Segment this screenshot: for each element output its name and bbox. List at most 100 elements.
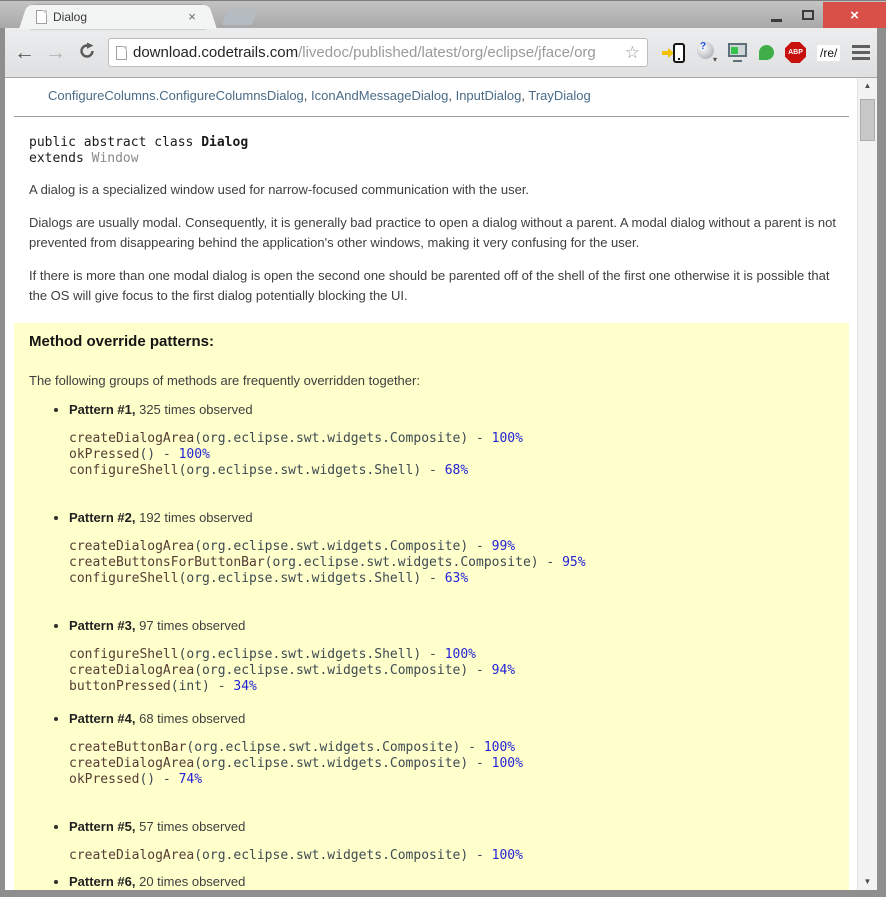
new-tab-button[interactable] bbox=[221, 9, 259, 25]
menu-hamburger-icon[interactable] bbox=[852, 45, 871, 60]
method-name: createDialogArea bbox=[69, 539, 195, 554]
vertical-scrollbar[interactable]: ▲ ▼ bbox=[857, 78, 877, 890]
method-line: configureShell(org.eclipse.swt.widgets.S… bbox=[69, 647, 834, 663]
method-percent-link[interactable]: 100% bbox=[179, 447, 210, 462]
monitor-stand-icon bbox=[733, 59, 742, 62]
window-controls: × bbox=[761, 2, 886, 28]
decl-modifiers: public abstract class bbox=[29, 135, 202, 150]
class-declaration: public abstract class Dialog extends Wind… bbox=[29, 135, 849, 167]
tab-close-icon[interactable]: × bbox=[184, 9, 200, 25]
method-args: () - bbox=[139, 447, 179, 462]
method-name: createButtonsForButtonBar bbox=[69, 555, 265, 570]
phone-icon bbox=[673, 42, 685, 63]
minimize-icon bbox=[771, 18, 782, 22]
method-line: okPressed() - 100% bbox=[69, 447, 834, 463]
pattern-observed: 97 times observed bbox=[135, 618, 246, 633]
method-percent-link[interactable]: 100% bbox=[492, 431, 523, 446]
method-name: buttonPressed bbox=[69, 679, 171, 694]
method-percent-link[interactable]: 99% bbox=[492, 539, 515, 554]
scrollbar-thumb[interactable] bbox=[860, 99, 875, 141]
paragraph: A dialog is a specialized window used fo… bbox=[29, 182, 530, 197]
pattern-label: Pattern #5, bbox=[69, 819, 136, 834]
dropdown-caret-icon: ▾ bbox=[712, 54, 717, 64]
forward-button[interactable]: → bbox=[42, 39, 69, 66]
pattern-methods: createDialogArea(org.eclipse.swt.widgets… bbox=[69, 431, 834, 479]
monitor-icon bbox=[728, 42, 747, 57]
send-to-phone-icon[interactable] bbox=[662, 42, 686, 64]
address-bar[interactable]: download.codetrails.com/livedoc/publishe… bbox=[108, 38, 648, 67]
pattern-observed: 68 times observed bbox=[135, 711, 246, 726]
bookmark-star-icon[interactable]: ☆ bbox=[625, 44, 640, 61]
method-percent-link[interactable]: 34% bbox=[233, 679, 256, 694]
pattern-item: Pattern #1, 325 times observed createDia… bbox=[69, 402, 834, 479]
method-name: configureShell bbox=[69, 571, 179, 586]
back-button[interactable]: ← bbox=[11, 39, 38, 66]
reload-icon bbox=[79, 42, 94, 58]
method-args: (org.eclipse.swt.widgets.Composite) - bbox=[194, 848, 492, 863]
titlebar: Dialog × × bbox=[0, 0, 886, 29]
pattern-label: Pattern #2, bbox=[69, 510, 136, 525]
method-args: (org.eclipse.swt.widgets.Composite) - bbox=[264, 555, 563, 570]
method-name: createButtonBar bbox=[69, 740, 187, 755]
close-button[interactable]: × bbox=[823, 2, 886, 28]
minimize-button[interactable] bbox=[761, 2, 792, 28]
scroll-down-arrow-icon[interactable]: ▼ bbox=[858, 874, 877, 890]
subclass-link[interactable]: TrayDialog bbox=[528, 88, 590, 103]
class-name: Dialog bbox=[201, 135, 249, 150]
pattern-item: Pattern #3, 97 times observed configureS… bbox=[69, 618, 834, 695]
method-percent-link[interactable]: 100% bbox=[492, 848, 523, 863]
method-name: okPressed bbox=[69, 447, 140, 462]
method-line: createButtonsForButtonBar(org.eclipse.sw… bbox=[69, 555, 834, 571]
method-percent-link[interactable]: 100% bbox=[492, 756, 523, 771]
question-mark-icon: ? bbox=[700, 40, 707, 52]
remote-desktop-extension-icon[interactable] bbox=[728, 42, 748, 63]
url-text[interactable]: download.codetrails.com/livedoc/publishe… bbox=[133, 44, 596, 61]
reload-button[interactable] bbox=[73, 38, 100, 67]
superclass-link[interactable]: Window bbox=[92, 151, 139, 166]
method-percent-link[interactable]: 100% bbox=[445, 647, 476, 662]
method-percent-link[interactable]: 94% bbox=[492, 663, 515, 678]
method-line: createDialogArea(org.eclipse.swt.widgets… bbox=[69, 848, 834, 864]
browser-window: Dialog × × ← → download.codetrails.com/l… bbox=[0, 0, 886, 897]
adblock-plus-icon[interactable]: ABP bbox=[785, 42, 806, 63]
regex-extension-icon[interactable]: /re/ bbox=[817, 44, 841, 61]
tab-dialog[interactable]: Dialog × bbox=[30, 5, 206, 29]
method-name: createDialogArea bbox=[69, 431, 195, 446]
pattern-methods: configureShell(org.eclipse.swt.widgets.S… bbox=[69, 647, 834, 695]
site-page-icon bbox=[116, 45, 127, 60]
method-percent-link[interactable]: 74% bbox=[179, 772, 202, 787]
method-args: () - bbox=[139, 772, 179, 787]
pattern-observed: 20 times observed bbox=[135, 874, 246, 889]
pattern-label: Pattern #6, bbox=[69, 874, 136, 889]
method-args: (org.eclipse.swt.widgets.Composite) - bbox=[194, 431, 492, 446]
method-name: createDialogArea bbox=[69, 848, 195, 863]
method-args: (org.eclipse.swt.widgets.Shell) - bbox=[178, 647, 445, 662]
method-args: (org.eclipse.swt.widgets.Composite) - bbox=[194, 663, 492, 678]
method-percent-link[interactable]: 100% bbox=[484, 740, 515, 755]
subclass-link[interactable]: ConfigureColumns.ConfigureColumnsDialog bbox=[48, 88, 304, 103]
speech-balloon-extension-icon[interactable] bbox=[759, 45, 774, 60]
subclasses-line: ConfigureColumns.ConfigureColumnsDialog,… bbox=[48, 88, 591, 103]
pattern-label: Pattern #1, bbox=[69, 402, 136, 417]
section-intro: The following groups of methods are freq… bbox=[29, 373, 420, 388]
paragraph: Dialogs are usually modal. Consequently,… bbox=[29, 215, 836, 250]
green-square-icon bbox=[731, 46, 738, 54]
paragraph: If there is more than one modal dialog i… bbox=[29, 268, 830, 303]
method-override-section: Method override patterns: The following … bbox=[14, 323, 849, 890]
url-path: /livedoc/published/latest/org/eclipse/jf… bbox=[298, 44, 596, 61]
maximize-button[interactable] bbox=[792, 2, 823, 28]
method-percent-link[interactable]: 95% bbox=[562, 555, 585, 570]
page-viewport: ConfigureColumns.ConfigureColumnsDialog,… bbox=[5, 78, 877, 890]
scroll-up-arrow-icon[interactable]: ▲ bbox=[858, 78, 877, 94]
help-sphere-extension-icon[interactable]: ? ▾ bbox=[697, 40, 717, 64]
method-line: createDialogArea(org.eclipse.swt.widgets… bbox=[69, 756, 834, 772]
pattern-item: Pattern #6, 20 times observed bbox=[69, 874, 834, 889]
method-percent-link[interactable]: 63% bbox=[445, 571, 468, 586]
subclass-link[interactable]: InputDialog bbox=[456, 88, 522, 103]
subclass-link[interactable]: IconAndMessageDialog bbox=[311, 88, 448, 103]
method-name: okPressed bbox=[69, 772, 140, 787]
method-name: configureShell bbox=[69, 647, 179, 662]
method-percent-link[interactable]: 68% bbox=[445, 463, 468, 478]
method-line: configureShell(org.eclipse.swt.widgets.S… bbox=[69, 463, 834, 479]
pattern-label: Pattern #3, bbox=[69, 618, 136, 633]
